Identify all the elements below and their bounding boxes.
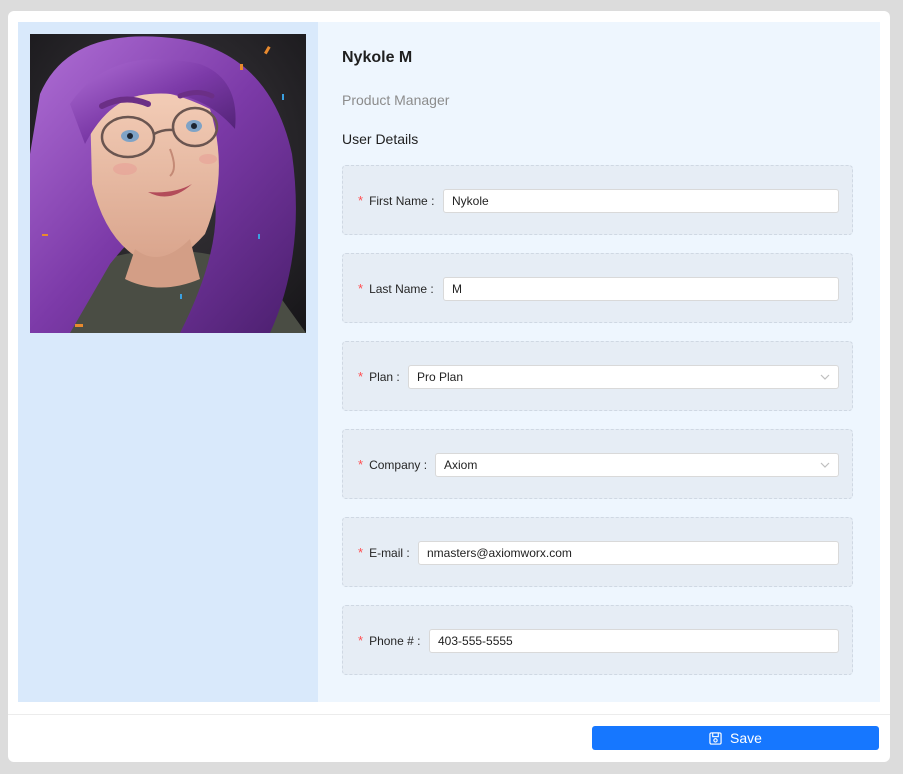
company-field-group: * Company : Axiom xyxy=(342,429,853,499)
profile-name: Nykole M xyxy=(342,49,413,66)
company-label: * Company : xyxy=(358,457,427,472)
footer-divider xyxy=(8,714,890,715)
company-label-text: Company : xyxy=(369,458,428,472)
plan-field-group: * Plan : Pro Plan xyxy=(342,341,853,411)
last-name-label: * Last Name : xyxy=(358,281,434,296)
section-title: User Details xyxy=(342,131,419,147)
first-name-label: * First Name : xyxy=(358,193,434,208)
last-name-field-group: * Last Name : M xyxy=(342,253,853,323)
save-button-label: Save xyxy=(730,730,762,746)
first-name-field-group: * First Name : Nykole xyxy=(342,165,853,235)
profile-sidebar xyxy=(18,22,318,702)
phone-label: * Phone # : xyxy=(358,633,420,648)
email-label: * E-mail : xyxy=(358,545,410,560)
phone-label-text: Phone # : xyxy=(369,634,421,648)
user-profile-card: Nykole M Product Manager User Details * F… xyxy=(8,11,890,762)
first-name-input[interactable]: Nykole xyxy=(443,189,839,213)
email-input[interactable]: nmasters@axiomworx.com xyxy=(418,541,839,565)
plan-label: * Plan : xyxy=(358,369,400,384)
chevron-down-icon xyxy=(820,374,830,380)
first-name-label-text: First Name : xyxy=(369,194,435,208)
chevron-down-icon xyxy=(820,462,830,468)
required-marker: * xyxy=(358,193,364,208)
phone-field-group: * Phone # : 403-555-5555 xyxy=(342,605,853,675)
required-marker: * xyxy=(358,457,364,472)
save-button[interactable]: Save xyxy=(592,726,879,750)
email-label-text: E-mail : xyxy=(369,546,410,560)
profile-role: Product Manager xyxy=(342,92,450,108)
plan-select-value: Pro Plan xyxy=(417,370,464,384)
avatar xyxy=(30,34,306,333)
profile-details-pane: Nykole M Product Manager User Details * F… xyxy=(318,22,880,702)
required-marker: * xyxy=(358,281,364,296)
phone-input[interactable]: 403-555-5555 xyxy=(429,629,839,653)
plan-label-text: Plan : xyxy=(369,370,400,384)
user-portrait-illustration xyxy=(30,34,306,333)
save-icon xyxy=(709,731,722,745)
last-name-input[interactable]: M xyxy=(443,277,839,301)
company-select[interactable]: Axiom xyxy=(435,453,839,477)
company-select-value: Axiom xyxy=(444,458,478,472)
last-name-label-text: Last Name : xyxy=(369,282,434,296)
email-field-group: * E-mail : nmasters@axiomworx.com xyxy=(342,517,853,587)
required-marker: * xyxy=(358,633,364,648)
required-marker: * xyxy=(358,545,364,560)
required-marker: * xyxy=(358,369,364,384)
plan-select[interactable]: Pro Plan xyxy=(408,365,839,389)
